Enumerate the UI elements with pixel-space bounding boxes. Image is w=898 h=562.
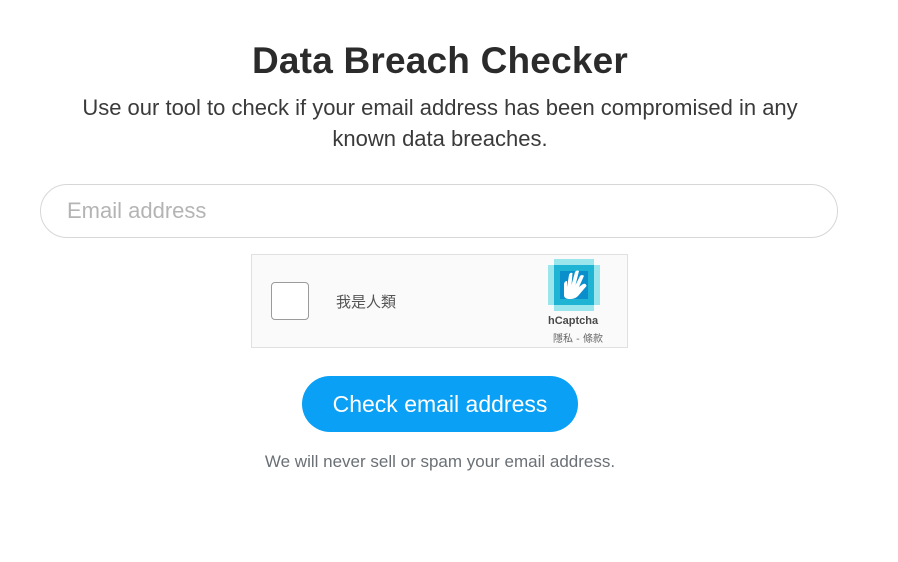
captcha-checkbox[interactable] [271, 282, 309, 320]
captcha-widget: 我是人類 hCaptcha 隱私 - 條款 [251, 254, 628, 348]
captcha-terms-link[interactable]: 條款 [583, 334, 603, 345]
page-title: Data Breach Checker [251, 40, 629, 81]
page-subtitle: Use our tool to check if your email addr… [82, 95, 798, 151]
captcha-links: 隱私 - 條款 [553, 330, 603, 345]
email-input[interactable] [40, 184, 838, 238]
captcha-brand: hCaptcha [548, 315, 599, 327]
privacy-disclaimer: We will never sell or spam your email ad… [264, 452, 616, 471]
captcha-privacy-link[interactable]: 隱私 [553, 334, 573, 345]
hcaptcha-hand-icon [548, 259, 600, 311]
check-email-button[interactable]: Check email address [302, 376, 578, 432]
captcha-checkbox-label: 我是人類 [336, 293, 397, 311]
captcha-link-separator: - [573, 334, 583, 345]
